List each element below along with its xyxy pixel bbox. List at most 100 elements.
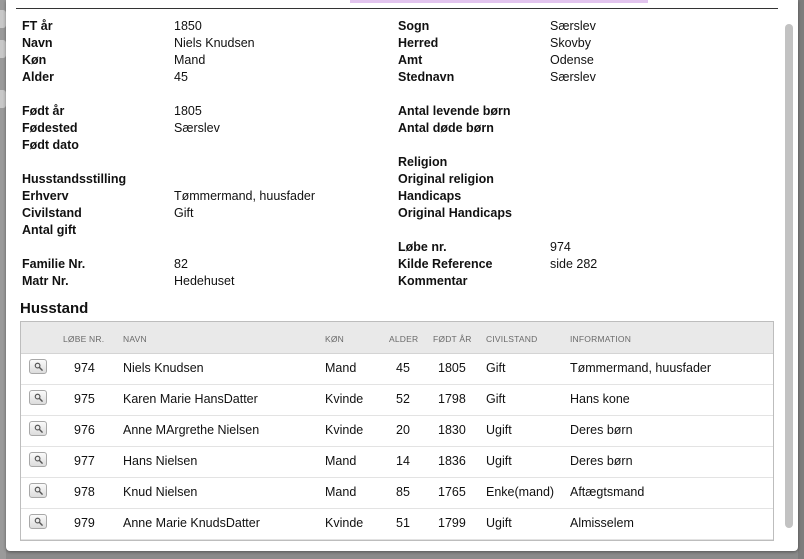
cell-navn: Anne Marie KnudsDatter [123, 516, 260, 530]
vertical-scrollbar[interactable] [782, 10, 796, 542]
field-label-original-handicaps: Original Handicaps [398, 206, 512, 220]
top-divider [16, 8, 778, 9]
col-fodt-ar-header: FØDT ÅR [433, 334, 472, 344]
field-value-sogn: Særslev [550, 19, 596, 33]
table-row[interactable]: 979 Anne Marie KnudsDatter Kvinde 51 1799 Ugi… [21, 508, 773, 540]
magnifier-icon [34, 517, 43, 526]
magnifier-icon [34, 486, 43, 495]
table-row[interactable]: 976 Anne MArgrethe Nielsen Kvinde 20 1830 Ugi… [21, 415, 773, 447]
background-window-edge-right [798, 0, 804, 559]
field-value-kilde-reference: side 282 [550, 257, 598, 271]
cell-fodt: 1805 [438, 361, 466, 375]
magnifier-icon [34, 424, 43, 433]
cell-info: Tømmermand, huusfader [570, 361, 712, 375]
view-person-button[interactable] [29, 390, 47, 405]
field-label-fødested: Fødested [22, 121, 78, 135]
field-value-køn: Mand [174, 53, 206, 67]
field-value-herred: Skovby [550, 36, 591, 50]
view-person-button[interactable] [29, 421, 47, 436]
cell-fodt: 1799 [438, 516, 466, 530]
view-person-button[interactable] [29, 514, 47, 529]
col-alder-header: ALDER [389, 334, 419, 344]
cell-alder: 45 [396, 361, 410, 375]
table-row[interactable]: 978 Knud Nielsen Mand 85 1765 Enke(mand) Aftæg… [21, 477, 773, 509]
view-person-button[interactable] [29, 359, 47, 374]
cell-civil: Ugift [486, 516, 512, 530]
view-person-button[interactable] [29, 483, 47, 498]
field-label-matr-nr: Matr Nr. [22, 274, 69, 288]
cell-navn: Hans Nielsen [123, 454, 198, 468]
cell-info: Aftægtsmand [570, 485, 645, 499]
field-label-herred: Herred [398, 36, 439, 50]
table-row[interactable]: 974 Niels Knudsen Mand 45 1805 Gift Tømmermand… [21, 353, 773, 385]
cell-alder: 51 [396, 516, 410, 530]
field-label-ft-år: FT år [22, 19, 53, 33]
col-navn-header: NAVN [123, 334, 147, 344]
table-header: LØBE NR. NAVN KØN ALDER FØDT ÅR CIVILSTAND INF… [21, 322, 773, 354]
field-value-amt: Odense [550, 53, 594, 67]
cell-alder: 14 [396, 454, 410, 468]
field-value-familie-nr: 82 [174, 257, 188, 271]
cell-lobe: 978 [74, 485, 95, 499]
field-value-født-år: 1805 [174, 104, 202, 118]
field-value-erhverv: Tømmermand, huusfader [174, 189, 316, 203]
cell-info: Almisselem [570, 516, 634, 530]
cell-lobe: 975 [74, 392, 95, 406]
field-label-løbe-nr: Løbe nr. [398, 240, 447, 254]
cell-civil: Ugift [486, 423, 512, 437]
cell-alder: 52 [396, 392, 410, 406]
view-person-button[interactable] [29, 452, 47, 467]
field-label-antal-gift: Antal gift [22, 223, 77, 237]
col-lobe-nr-header: LØBE NR. [63, 334, 105, 344]
field-value-løbe-nr: 974 [550, 240, 571, 254]
field-label-sogn: Sogn [398, 19, 430, 33]
cell-kon: Kvinde [325, 392, 364, 406]
field-value-alder: 45 [174, 70, 188, 84]
cell-fodt: 1798 [438, 392, 466, 406]
field-label-familie-nr: Familie Nr. [22, 257, 86, 271]
field-value-stednavn: Særslev [550, 70, 596, 84]
cell-lobe: 974 [74, 361, 95, 375]
cell-lobe: 979 [74, 516, 95, 530]
person-detail-dialog: FT år 1850 Navn Niels Knudsen Køn Mand Alder 45… [6, 0, 798, 551]
household-title: Husstand [20, 300, 89, 317]
scrollbar-thumb[interactable] [785, 24, 793, 528]
top-accent-bar [350, 0, 648, 3]
cell-lobe: 977 [74, 454, 95, 468]
cell-kon: Mand [325, 485, 357, 499]
field-label-navn: Navn [22, 36, 53, 50]
cell-kon: Kvinde [325, 423, 364, 437]
cell-alder: 85 [396, 485, 410, 499]
cell-civil: Gift [486, 392, 506, 406]
field-value-fødested: Særslev [174, 121, 220, 135]
col-kon-header: KØN [325, 334, 345, 344]
cell-fodt: 1836 [438, 454, 466, 468]
field-value-navn: Niels Knudsen [174, 36, 255, 50]
field-label-antal-levende-børn: Antal levende børn [398, 104, 511, 118]
cell-navn: Niels Knudsen [123, 361, 204, 375]
table-row[interactable]: 977 Hans Nielsen Mand 14 1836 Ugift Deres børn [21, 446, 773, 478]
field-label-født-år: Født år [22, 104, 65, 118]
field-label-civilstand: Civilstand [22, 206, 82, 220]
magnifier-icon [34, 362, 43, 371]
field-value-matr-nr: Hedehuset [174, 274, 235, 288]
cell-kon: Mand [325, 454, 357, 468]
field-label-køn: Køn [22, 53, 47, 67]
cell-navn: Karen Marie HansDatter [123, 392, 258, 406]
cell-info: Deres børn [570, 454, 633, 468]
cell-kon: Mand [325, 361, 357, 375]
field-label-stednavn: Stednavn [398, 70, 455, 84]
cell-civil: Enke(mand) [486, 485, 555, 499]
magnifier-icon [34, 393, 43, 402]
cell-info: Deres børn [570, 423, 633, 437]
field-label-original-religion: Original religion [398, 172, 494, 186]
cell-fodt: 1765 [438, 485, 466, 499]
cell-fodt: 1830 [438, 423, 466, 437]
cell-info: Hans kone [570, 392, 630, 406]
field-label-født-dato: Født dato [22, 138, 79, 152]
field-label-religion: Religion [398, 155, 448, 169]
field-label-handicaps: Handicaps [398, 189, 462, 203]
cell-civil: Gift [486, 361, 506, 375]
household-table: LØBE NR. NAVN KØN ALDER FØDT ÅR CIVILSTAND INF… [20, 321, 774, 541]
table-row[interactable]: 975 Karen Marie HansDatter Kvinde 52 1798 Gif… [21, 384, 773, 416]
